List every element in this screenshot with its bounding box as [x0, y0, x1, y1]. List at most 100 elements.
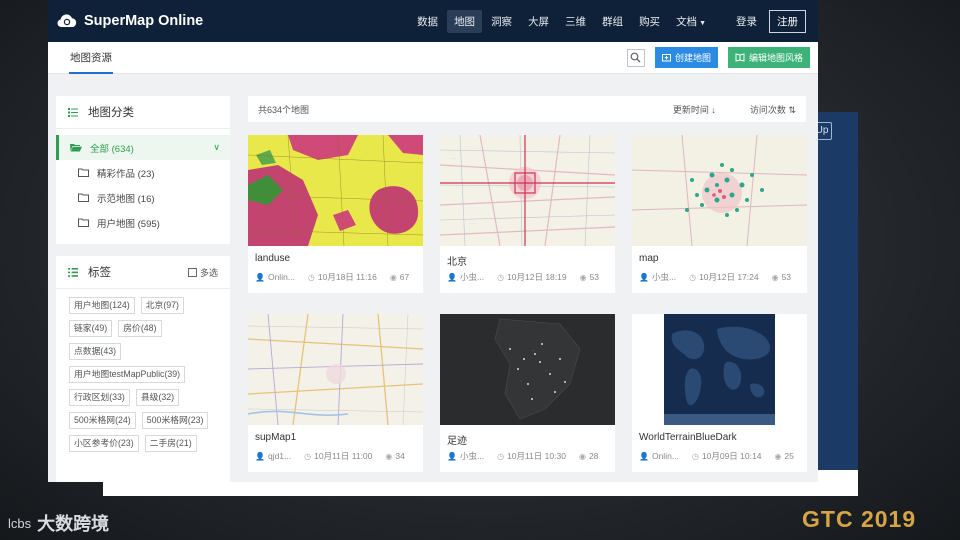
tag-item[interactable]: 行政区划(33) — [69, 389, 130, 406]
sidebar: 地图分类 全部 (634) ∨ 精彩作品 (23) 示范地图 (16) 用户地图… — [56, 96, 230, 482]
create-map-button[interactable]: 创建地图 — [654, 47, 718, 68]
map-thumbnail[interactable] — [632, 314, 807, 425]
cloud-globe-icon — [57, 14, 77, 27]
svg-text:· ·: · · — [570, 226, 574, 231]
category-item-all[interactable]: 全部 (634) ∨ — [56, 135, 230, 160]
tag-panel: 标签 多选 用户地图(124) 北京(97) 链家(49) 房价(48) 点数据… — [56, 256, 230, 482]
nav-item-docs[interactable]: 文档 ▼ — [669, 10, 713, 33]
tag-item[interactable]: 链家(49) — [69, 320, 113, 337]
top-navigation-bar: SuperMap Online 数据 地图 洞察 大屏 三维 群组 购买 文档 ▼… — [48, 0, 818, 42]
tag-item[interactable]: 用户地图(124) — [69, 297, 135, 314]
map-title[interactable]: supMap1 — [248, 425, 423, 447]
sort-by-visits-label: 访问次数 — [749, 104, 786, 115]
svg-text:· · ·: · · · — [470, 221, 476, 226]
map-card[interactable]: WorldTerrainBlueDark 👤 Onlin... ◷ 10月09日… — [632, 314, 807, 472]
tag-item[interactable]: 500米格网(24) — [69, 412, 136, 429]
app-title: SuperMap Online — [84, 13, 204, 29]
edit-map-style-button[interactable]: 编辑地图风格 — [727, 47, 810, 68]
nav-item-dashboard[interactable]: 大屏 — [521, 10, 556, 33]
login-link[interactable]: 登录 — [729, 10, 764, 33]
map-thumbnail[interactable] — [632, 135, 807, 246]
svg-text:··: ·· — [520, 379, 522, 383]
map-meta: 👤 小虫... ◷ 10月11日 10:30 ◉ 28 — [440, 447, 615, 462]
map-meta: 👤 Onlin... ◷ 10月18日 11:16 ◉ 67 — [248, 268, 423, 283]
map-title[interactable]: landuse — [248, 246, 423, 268]
clock-icon: ◷ — [691, 451, 699, 461]
user-icon: 👤 — [447, 272, 457, 282]
map-title[interactable]: 足迹 — [440, 425, 615, 447]
tag-item[interactable]: 房价(48) — [118, 320, 162, 337]
map-owner: qjd1... — [267, 451, 292, 461]
map-owner: 小虫... — [459, 272, 485, 282]
map-time: 10月12日 18:19 — [507, 272, 567, 282]
nav-item-groups[interactable]: 群组 — [595, 10, 630, 33]
map-thumbnail[interactable] — [248, 135, 423, 246]
map-card[interactable]: map 👤 小虫... ◷ 10月12日 17:24 ◉ 53 — [632, 135, 807, 293]
sort-controls: 更新时间 ↓ 访问次数 ⇅ — [673, 103, 796, 116]
category-item-featured[interactable]: 精彩作品 (23) — [56, 160, 230, 185]
multi-select-checkbox[interactable] — [187, 267, 197, 277]
map-owner: Onlin... — [651, 451, 679, 461]
map-thumbnail[interactable] — [248, 314, 423, 425]
nav-item-insights[interactable]: 洞察 — [484, 10, 519, 33]
tag-item[interactable]: 点数据(43) — [69, 343, 122, 360]
corner-logo: lcbs 大数跨境 — [8, 510, 109, 536]
list-icon — [68, 107, 78, 117]
folder-icon — [78, 168, 89, 177]
tag-item[interactable]: 二手房(21) — [144, 435, 197, 452]
map-title[interactable]: 北京 — [440, 246, 615, 268]
map-meta: 👤 Onlin... ◷ 10月09日 10:14 ◉ 25 — [632, 447, 807, 462]
tab-map-resources[interactable]: 地图资源 — [69, 42, 113, 74]
tag-item[interactable]: 小区参考价(23) — [69, 435, 139, 452]
sort-by-updated[interactable]: 更新时间 ↓ — [673, 103, 716, 116]
tag-item[interactable]: 北京(97) — [140, 297, 184, 314]
map-card[interactable]: landuse 👤 Onlin... ◷ 10月18日 11:16 ◉ 67 — [248, 135, 423, 293]
map-views: 67 — [399, 272, 410, 282]
map-owner: 小虫... — [459, 451, 485, 461]
category-item-user[interactable]: 用户地图 (595) — [56, 210, 230, 235]
category-header: 地图分类 — [56, 96, 230, 129]
category-title: 地图分类 — [88, 107, 134, 119]
sort-by-visits[interactable]: 访问次数 ⇅ — [750, 103, 796, 116]
map-thumbnail[interactable]: · · · · · · · · · · — [440, 135, 615, 246]
sub-toolbar: 地图资源 创建地图 编辑地图风格 — [48, 42, 818, 74]
category-item-demo[interactable]: 示范地图 (16) — [56, 185, 230, 210]
user-icon: 👤 — [639, 272, 649, 282]
map-title[interactable]: map — [632, 246, 807, 268]
folder-icon — [78, 218, 89, 227]
map-card[interactable]: supMap1 👤 qjd1... ◷ 10月11日 11:00 ◉ 34 — [248, 314, 423, 472]
map-meta: 👤 小虫... ◷ 10月12日 17:24 ◉ 53 — [632, 268, 807, 283]
nav-item-map[interactable]: 地图 — [447, 9, 483, 33]
user-icon: 👤 — [255, 272, 265, 282]
nav-item-3d[interactable]: 三维 — [558, 10, 593, 33]
map-card[interactable]: · · · · · · · · · · 北京 👤 小虫... ◷ 10月12日 18… — [440, 135, 615, 293]
map-views: 28 — [588, 451, 599, 461]
folder-open-icon — [70, 144, 82, 152]
map-time: 10月11日 10:30 — [507, 451, 566, 461]
tag-title: 标签 — [88, 267, 111, 279]
category-item-demo-label: 示范地图 (16) — [97, 193, 155, 205]
search-button[interactable] — [626, 48, 645, 67]
clock-icon: ◷ — [497, 272, 505, 282]
map-thumbnail[interactable]: ··· ··· ·· — [440, 314, 615, 425]
user-icon: 👤 — [639, 451, 649, 461]
edit-map-style-label: 编辑地图风格 — [748, 53, 803, 63]
map-title[interactable]: WorldTerrainBlueDark — [632, 425, 807, 447]
app-logo[interactable]: SuperMap Online — [56, 13, 203, 29]
map-views: 25 — [784, 451, 794, 461]
clock-icon: ◷ — [689, 272, 697, 282]
nav-item-purchase[interactable]: 购买 — [632, 10, 667, 33]
tag-item[interactable]: 500米格网(23) — [141, 412, 209, 429]
map-time: 10月09日 10:14 — [701, 451, 762, 461]
eye-icon: ◉ — [579, 272, 587, 282]
nav-item-data[interactable]: 数据 — [410, 10, 445, 33]
tag-item[interactable]: 县级(32) — [135, 389, 180, 406]
multi-select-toggle[interactable]: 多选 — [187, 266, 218, 279]
tag-item[interactable]: 用户地图testMapPublic(39) — [69, 366, 186, 383]
register-button[interactable]: 注册 — [769, 9, 806, 33]
map-owner: 小虫... — [651, 272, 677, 282]
map-card[interactable]: ··· ··· ·· 足迹 👤 小虫... ◷ 10月11日 10:30 ◉ 28 — [440, 314, 615, 472]
category-item-user-label: 用户地图 (595) — [97, 218, 160, 230]
create-map-icon — [661, 54, 671, 62]
map-views: 53 — [781, 272, 792, 282]
